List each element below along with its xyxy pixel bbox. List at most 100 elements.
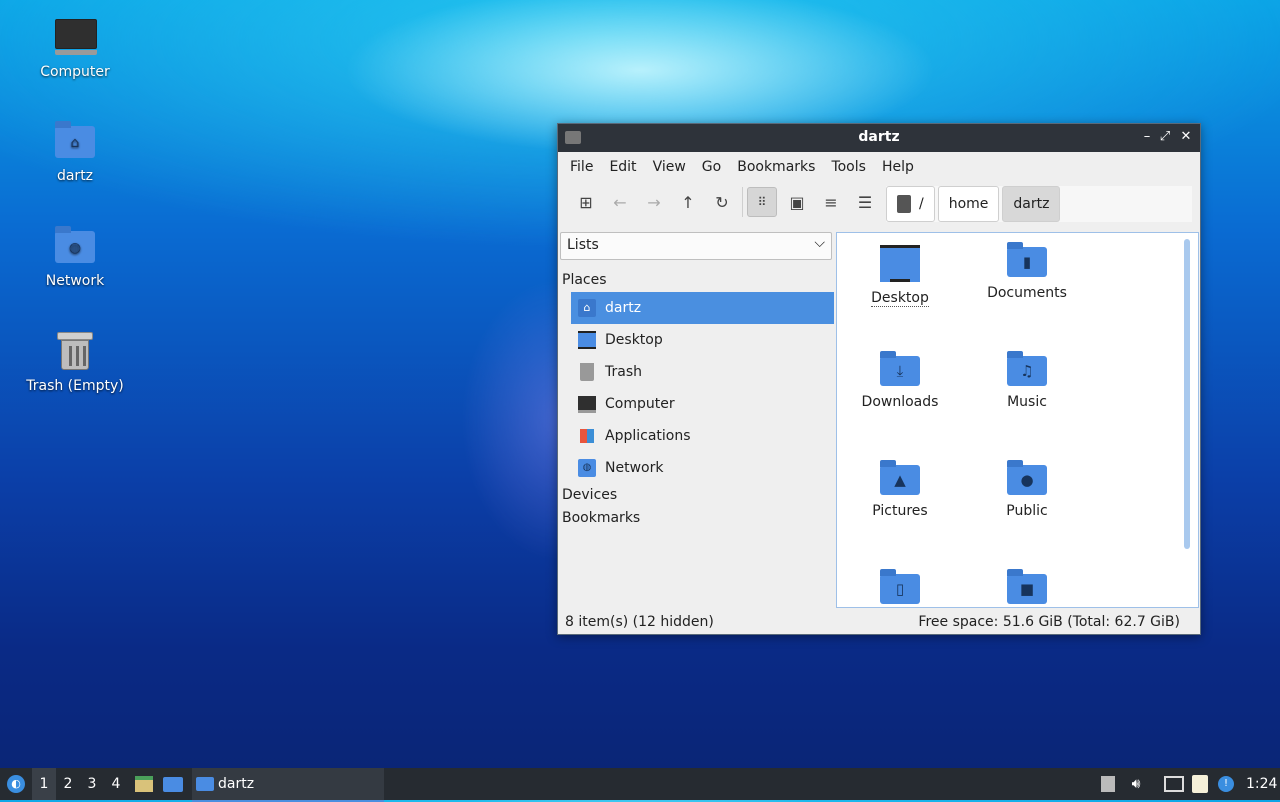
launcher-file-manager[interactable] (134, 768, 154, 800)
network-status-icon (1164, 776, 1184, 792)
menu-help[interactable]: Help (874, 159, 922, 175)
desktop-icon-label: Trash (Empty) (26, 378, 124, 394)
sidebar-item-label: Computer (605, 396, 675, 412)
folder-item-desktop[interactable]: Desktop (845, 237, 955, 307)
icon-view-button[interactable]: ⠿ (747, 187, 777, 217)
menu-bookmarks[interactable]: Bookmarks (729, 159, 823, 175)
arrow-left-icon: ← (613, 192, 627, 212)
vertical-scrollbar[interactable] (1184, 239, 1190, 549)
sidebar-item-label: Desktop (605, 332, 663, 348)
menu-bar: File Edit View Go Bookmarks Tools Help (558, 152, 1200, 182)
menu-file[interactable]: File (562, 159, 601, 175)
folder-item-label: Desktop (871, 290, 929, 307)
folder-item-downloads[interactable]: ⤓ Downloads (845, 346, 955, 410)
detailed-list-icon: ☰ (857, 192, 873, 212)
sidebar-item-label: Applications (605, 428, 691, 444)
sidebar-item-desktop[interactable]: Desktop (571, 324, 834, 356)
menu-view[interactable]: View (645, 159, 694, 175)
desktop-icon-computer[interactable]: Computer (15, 16, 135, 80)
tray-updates[interactable]: ! (1214, 768, 1238, 800)
menu-edit[interactable]: Edit (601, 159, 644, 175)
computer-icon (53, 16, 97, 60)
sidebar-item-dartz[interactable]: ⌂ dartz (571, 292, 834, 324)
menu-go[interactable]: Go (694, 159, 729, 175)
file-manager-window: dartz – ⤢ ✕ File Edit View Go Bookmarks … (557, 123, 1201, 635)
folder-item-videos[interactable]: ■ (972, 564, 1082, 604)
side-pane-mode-select[interactable]: Lists ⌵ (560, 232, 832, 260)
network-folder-icon: ◍ (53, 225, 97, 269)
folder-item-pictures[interactable]: ▲ Pictures (845, 455, 955, 519)
task-label: dartz (218, 776, 255, 792)
section-bookmarks[interactable]: Bookmarks (562, 510, 640, 526)
music-folder-icon: ♫ (1007, 351, 1047, 386)
close-button[interactable]: ✕ (1177, 128, 1195, 146)
folder-item-documents[interactable]: ▮ Documents (972, 237, 1082, 301)
trash-icon (53, 330, 97, 374)
update-notifier-icon: ! (1218, 776, 1234, 792)
desktop-icon-trash[interactable]: Trash (Empty) (15, 330, 135, 394)
side-pane: Lists ⌵ Places ⌂ dartz Desktop Trash Com… (560, 232, 834, 608)
back-button[interactable]: ← (606, 188, 634, 216)
tray-clipboard[interactable] (1188, 768, 1212, 800)
menu-tools[interactable]: Tools (823, 159, 874, 175)
forward-button[interactable]: → (640, 188, 668, 216)
templates-folder-icon: ▯ (880, 569, 920, 604)
new-tab-button[interactable]: ⊞ (572, 188, 600, 216)
tray-network[interactable] (1162, 768, 1186, 800)
folder-item-templates[interactable]: ▯ (845, 564, 955, 604)
maximize-button[interactable]: ⤢ (1156, 128, 1174, 146)
up-button[interactable]: ↑ (674, 188, 702, 216)
image-icon: ▣ (789, 192, 805, 212)
grid-icon: ⠿ (757, 195, 767, 209)
section-places[interactable]: Places (562, 272, 607, 288)
desktop-icon-label: dartz (56, 168, 94, 184)
sidebar-item-applications[interactable]: Applications (571, 420, 834, 452)
chevron-down-icon: ⌵ (814, 235, 825, 251)
folder-icon (196, 777, 214, 791)
clock[interactable]: 1:24 (1246, 768, 1277, 800)
section-devices[interactable]: Devices (562, 487, 617, 503)
workspace-4[interactable]: 4 (104, 768, 128, 800)
desktop-icon-network[interactable]: ◍ Network (15, 225, 135, 289)
file-manager-icon (135, 776, 153, 792)
toolbar: ⊞ ← → ↑ ↻ ⠿ ▣ ≡ ☰ / home dartz (558, 182, 1200, 222)
workspace-3[interactable]: 3 (80, 768, 104, 800)
pictures-folder-icon: ▲ (880, 460, 920, 495)
sidebar-item-trash[interactable]: Trash (571, 356, 834, 388)
desktop-icon-home[interactable]: ⌂ dartz (15, 120, 135, 184)
start-menu-button[interactable]: ◐ (4, 768, 28, 800)
compact-view-button[interactable]: ≡ (817, 188, 845, 216)
item-count: 8 item(s) (12 hidden) (565, 614, 714, 630)
folder-item-music[interactable]: ♫ Music (972, 346, 1082, 410)
thumbnail-view-button[interactable]: ▣ (783, 188, 811, 216)
sidebar-item-network[interactable]: ◍ Network (571, 452, 834, 484)
path-home-button[interactable]: home (937, 186, 1000, 222)
tray-volume[interactable]: 🔊︎ (1124, 768, 1148, 800)
reload-button[interactable]: ↻ (708, 188, 736, 216)
list-icon: ≡ (824, 192, 838, 212)
computer-icon (578, 395, 596, 413)
toolbar-separator (742, 187, 743, 217)
path-dartz-button[interactable]: dartz (1002, 186, 1061, 222)
workspace-1[interactable]: 1 (32, 768, 56, 800)
window-title: dartz (858, 129, 900, 145)
sidebar-item-label: Trash (605, 364, 642, 380)
folder-item-public[interactable]: ● Public (972, 455, 1082, 519)
path-segment-label: home (948, 196, 989, 212)
task-button-dartz[interactable]: dartz (192, 768, 384, 802)
title-bar[interactable]: dartz – ⤢ ✕ (558, 124, 1200, 152)
sidebar-item-label: dartz (605, 300, 642, 316)
launcher-desktop[interactable] (162, 768, 184, 800)
desktop-icon (578, 331, 596, 349)
lubuntu-logo-icon: ◐ (7, 775, 25, 793)
detailed-view-button[interactable]: ☰ (851, 188, 879, 216)
path-root-button[interactable]: / (886, 186, 935, 222)
workspace-2[interactable]: 2 (56, 768, 80, 800)
minimize-button[interactable]: – (1138, 128, 1156, 146)
path-segment-label: dartz (1013, 196, 1050, 212)
tray-eject[interactable] (1096, 768, 1120, 800)
folder-view[interactable]: Desktop ▮ Documents ⤓ Downloads ♫ Music … (836, 232, 1199, 608)
desktop-folder-icon (880, 245, 920, 282)
folder-item-label: Public (1006, 503, 1048, 519)
sidebar-item-computer[interactable]: Computer (571, 388, 834, 420)
